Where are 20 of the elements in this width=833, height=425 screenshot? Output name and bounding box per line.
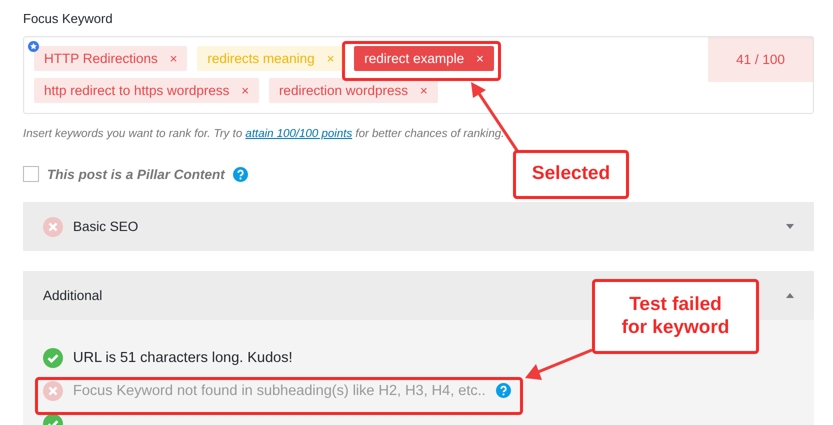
star-icon	[28, 41, 39, 52]
keyword-tag[interactable]: redirect example ×	[354, 46, 494, 71]
test-result: URL is 51 characters long. Kudos!	[73, 350, 292, 366]
pillar-label: This post is a Pillar Content	[47, 166, 225, 182]
section-header[interactable]: Basic SEO	[23, 202, 814, 251]
help-icon[interactable]	[496, 383, 511, 398]
pillar-checkbox[interactable]	[23, 166, 39, 182]
keyword-tag[interactable]: HTTP Redirections ×	[34, 46, 188, 71]
score-badge: 41 / 100	[708, 37, 813, 82]
keyword-tag[interactable]: http redirect to https wordpress ×	[34, 78, 259, 103]
test-result: Focus Keyword not found in subheading(s) like H2, H3, H4, etc..	[73, 382, 486, 398]
arrow	[525, 348, 593, 380]
hint-text: Insert keywords you want to rank for. Try to attain 100/100 points for better chances of ranking.	[23, 128, 506, 140]
field-label: Focus Keyword	[23, 11, 113, 26]
callout-tooltip: Test failed for keyword	[592, 279, 759, 354]
keyword-field[interactable]: HTTP Redirections × redirects meaning × redirect example × http redirect to https wordpress × redirection wordpress × 41 / 100	[23, 36, 814, 114]
points-link[interactable]: attain 100/100 points	[245, 128, 352, 140]
help-icon[interactable]	[232, 166, 248, 182]
keyword-tag[interactable]: redirection wordpress ×	[268, 78, 438, 103]
callout-tooltip: Selected	[513, 150, 629, 199]
